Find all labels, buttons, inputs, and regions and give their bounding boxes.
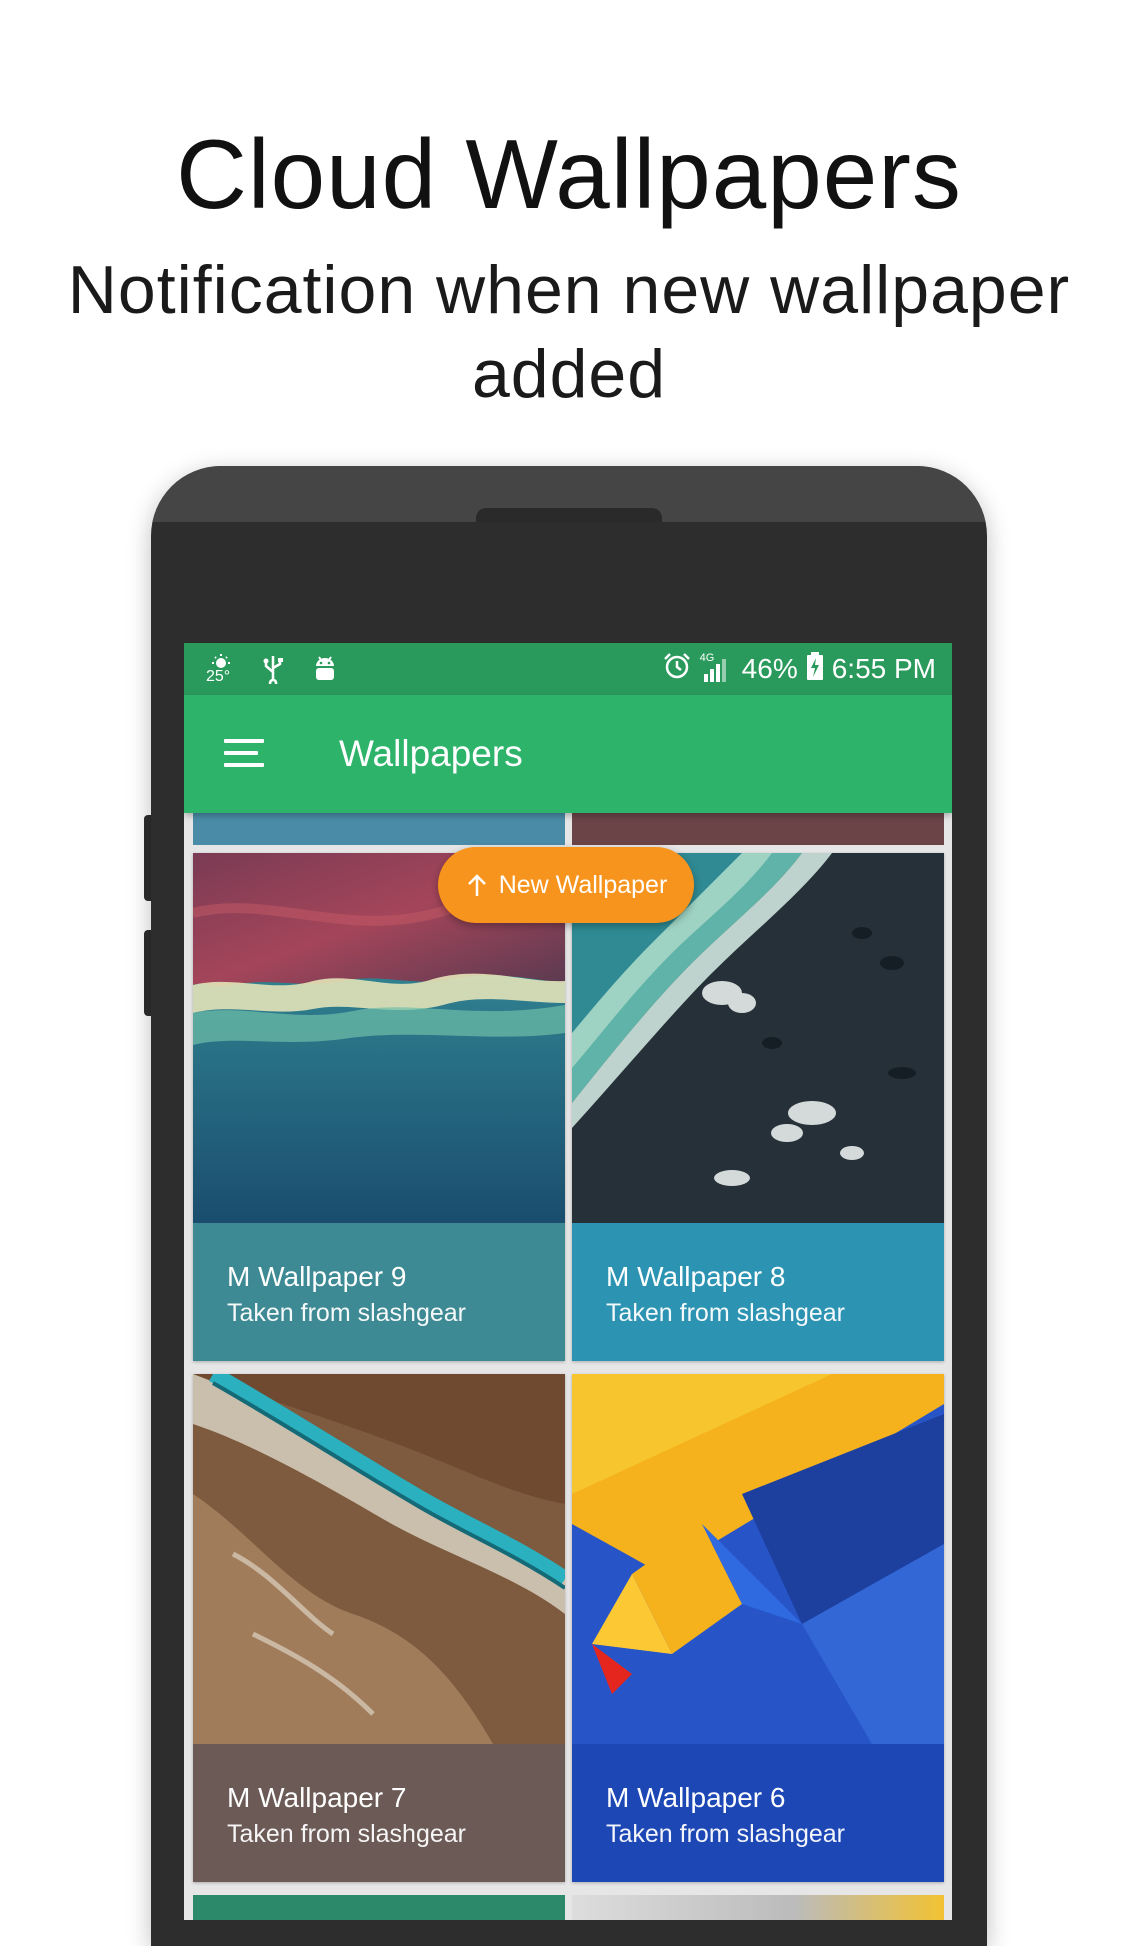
- new-wallpaper-button[interactable]: New Wallpaper: [438, 847, 694, 923]
- wallpaper-source: Taken from slashgear: [606, 1820, 846, 1848]
- wallpaper-card[interactable]: M Wallpaper 7 Taken from slashgear: [193, 1374, 565, 1882]
- wallpaper-thumbnail: [193, 1374, 565, 1744]
- usb-icon: [258, 654, 288, 688]
- phone-speaker: [476, 508, 662, 522]
- wallpaper-title: M Wallpaper 8: [606, 1261, 786, 1292]
- android-debug-icon: [310, 654, 340, 684]
- status-time: 6:55 PM: [831, 653, 936, 684]
- battery-percent: 46%: [741, 653, 798, 684]
- wallpaper-card[interactable]: M Wallpaper 9 Taken from slashgear: [193, 853, 565, 1361]
- menu-icon[interactable]: [224, 739, 264, 769]
- partial-card-bottom-right[interactable]: [572, 1895, 944, 1920]
- wallpaper-card[interactable]: M Wallpaper 6 Taken from slashgear: [572, 1374, 944, 1882]
- wallpaper-caption: M Wallpaper 9 Taken from slashgear: [193, 1223, 565, 1361]
- app-bar-title: Wallpapers: [339, 733, 523, 774]
- wallpaper-caption: M Wallpaper 7 Taken from slashgear: [193, 1744, 565, 1882]
- promo-headline: Cloud Wallpapers: [176, 119, 962, 229]
- weather-sun-icon: 25°: [206, 654, 236, 685]
- wallpaper-title: M Wallpaper 7: [227, 1782, 407, 1813]
- wallpaper-card[interactable]: M Wallpaper 8 Taken from slashgear: [572, 853, 944, 1361]
- wallpaper-source: Taken from slashgear: [606, 1299, 846, 1327]
- partial-card-left[interactable]: [193, 813, 565, 845]
- phone-screen: 25° 4G 46% 6:55 PM Wallpapers M Wallpape…: [184, 643, 952, 1920]
- status-bar: 25° 4G 46% 6:55 PM: [184, 643, 952, 695]
- arrow-up-icon: [467, 874, 486, 896]
- signal-icon: 4G: [700, 652, 734, 684]
- alarm-icon: [662, 651, 692, 688]
- wallpaper-title: M Wallpaper 9: [227, 1261, 407, 1292]
- wallpaper-source: Taken from slashgear: [227, 1820, 467, 1848]
- temperature-label: 25°: [206, 668, 231, 685]
- partial-card-right[interactable]: [572, 813, 944, 845]
- wallpaper-caption: M Wallpaper 8 Taken from slashgear: [572, 1223, 944, 1361]
- partial-card-bottom-left[interactable]: [193, 1895, 565, 1920]
- promo-subline: Notification when new wallpaper added: [67, 252, 1071, 412]
- battery-charging-icon: [806, 651, 824, 688]
- wallpaper-caption: M Wallpaper 6 Taken from slashgear: [572, 1744, 944, 1882]
- wallpaper-thumbnail: [572, 1374, 944, 1744]
- wallpaper-source: Taken from slashgear: [227, 1299, 467, 1327]
- new-wallpaper-label: New Wallpaper: [498, 870, 668, 899]
- wallpaper-title: M Wallpaper 6: [606, 1782, 786, 1813]
- app-bar: Wallpapers: [184, 695, 952, 813]
